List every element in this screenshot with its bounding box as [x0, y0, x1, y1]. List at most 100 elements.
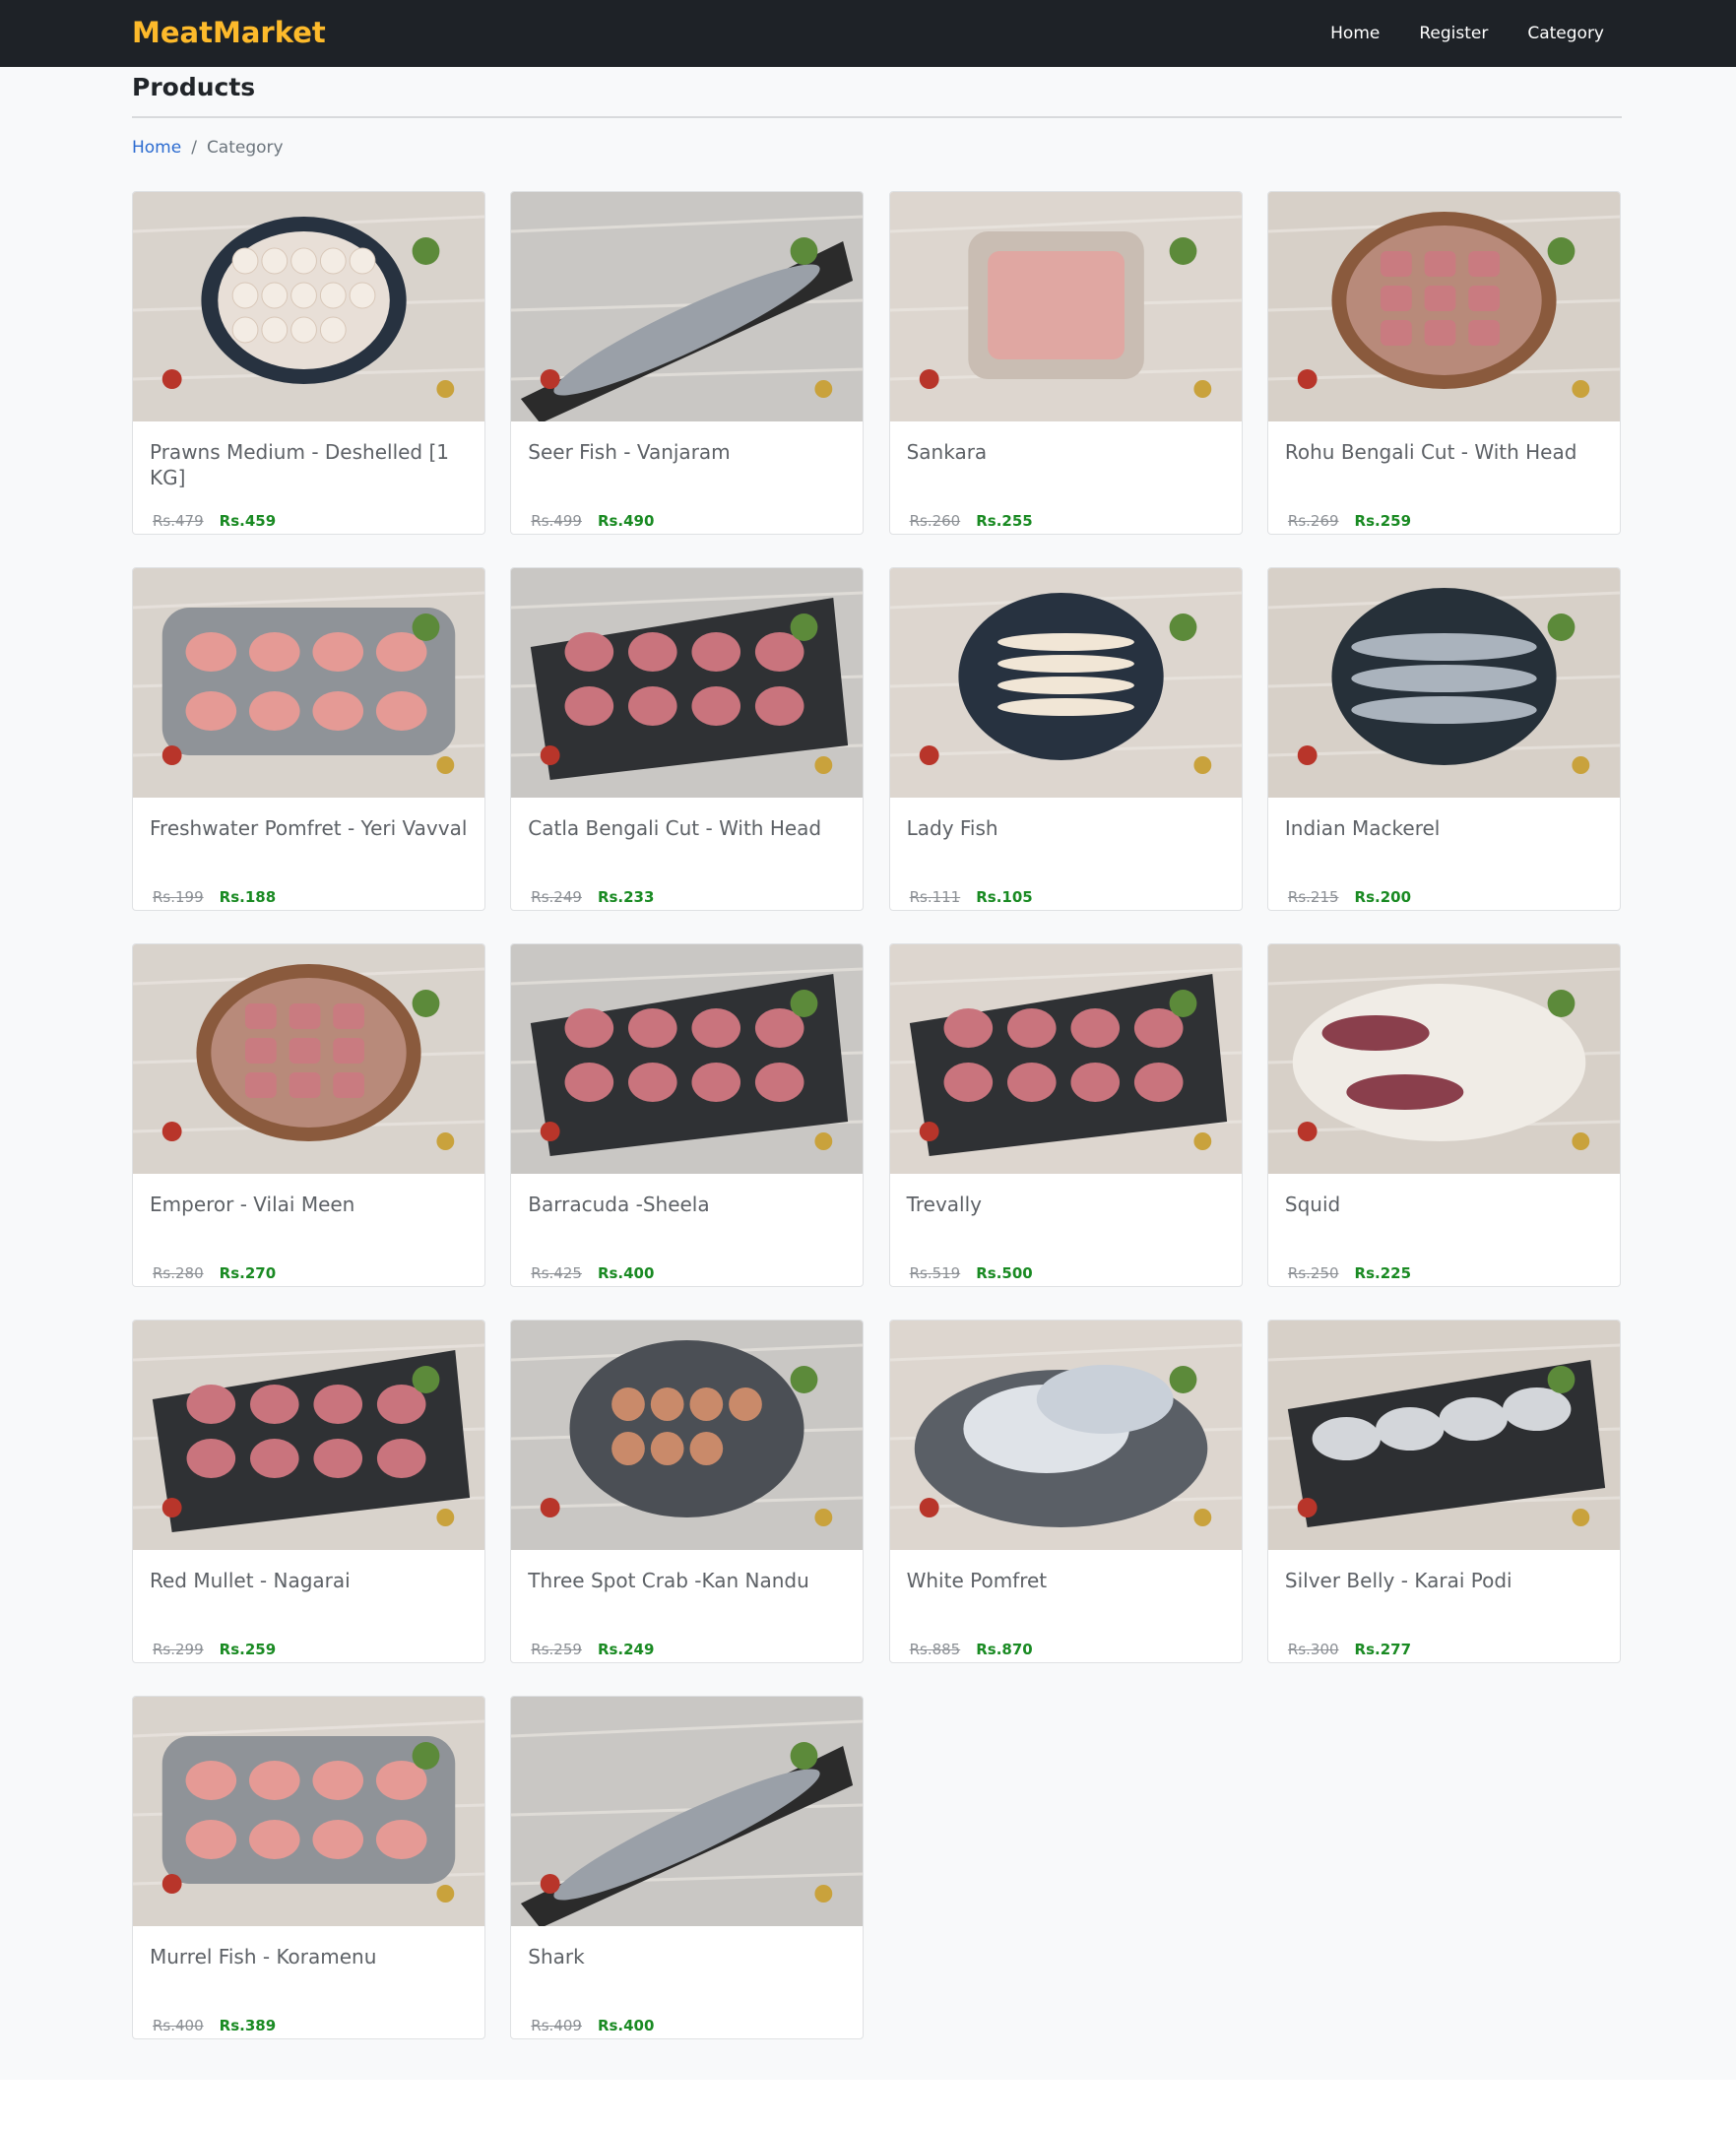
breadcrumb: Home / Category — [132, 138, 284, 158]
original-price: Rs.111 — [909, 888, 961, 906]
product-title[interactable]: Barracuda -Sheela — [528, 1192, 846, 1217]
product-card[interactable]: Trevally Rs.519 Rs.500 — [888, 943, 1243, 1287]
product-prices: Rs.280 Rs.270 — [153, 1264, 276, 1282]
fish-pieces-slate-photo[interactable] — [511, 568, 864, 798]
nav-link-register[interactable]: Register — [1419, 24, 1488, 43]
product-prices: Rs.199 Rs.188 — [153, 888, 276, 906]
product-title[interactable]: Silver Belly - Karai Podi — [1285, 1568, 1603, 1593]
original-price: Rs.400 — [153, 2017, 204, 2034]
product-title[interactable]: Indian Mackerel — [1285, 815, 1603, 841]
nav-link-category[interactable]: Category — [1527, 24, 1604, 43]
fish-steaks-slate-photo[interactable] — [511, 944, 864, 1174]
breadcrumb-home[interactable]: Home — [132, 138, 181, 158]
product-prices: Rs.269 Rs.259 — [1288, 512, 1411, 530]
fish-steaks-tray-photo[interactable] — [133, 568, 484, 798]
fish-pieces-slate-photo[interactable] — [133, 1321, 484, 1550]
sale-price: Rs.200 — [1354, 888, 1412, 906]
original-price: Rs.280 — [153, 1264, 204, 1282]
product-prices: Rs.299 Rs.259 — [153, 1641, 276, 1658]
fish-pieces-bowl-photo[interactable] — [133, 944, 484, 1174]
footer — [0, 2080, 1736, 2129]
sale-price: Rs.255 — [976, 512, 1033, 530]
squid-board-photo[interactable] — [1267, 944, 1620, 1174]
sale-price: Rs.400 — [597, 1264, 655, 1282]
original-price: Rs.885 — [909, 1641, 961, 1658]
fish-pieces-bowl-photo[interactable] — [1267, 192, 1620, 421]
product-title[interactable]: Freshwater Pomfret - Yeri Vavval — [150, 815, 468, 841]
product-card[interactable]: Barracuda -Sheela Rs.425 Rs.400 — [510, 943, 865, 1287]
product-card[interactable]: Silver Belly - Karai Podi Rs.300 Rs.277 — [1266, 1320, 1621, 1663]
product-title[interactable]: Red Mullet - Nagarai — [150, 1568, 468, 1593]
product-card[interactable]: Squid Rs.250 Rs.225 — [1266, 943, 1621, 1287]
product-title[interactable]: Sankara — [907, 439, 1225, 465]
product-grid: Prawns Medium - Deshelled [1 KG] Rs.479 Rs… — [132, 191, 1622, 2039]
sale-price: Rs.277 — [1354, 1641, 1412, 1658]
product-title[interactable]: Emperor - Vilai Meen — [150, 1192, 468, 1217]
product-card[interactable]: Catla Bengali Cut - With Head Rs.249 Rs.23… — [510, 567, 865, 911]
original-price: Rs.199 — [153, 888, 204, 906]
product-title[interactable]: Three Spot Crab -Kan Nandu — [528, 1568, 846, 1593]
sale-price: Rs.389 — [219, 2017, 277, 2034]
product-card[interactable]: Shark Rs.409 Rs.400 — [510, 1696, 865, 2039]
nav-link-home[interactable]: Home — [1330, 24, 1380, 43]
original-price: Rs.479 — [153, 512, 204, 530]
product-card[interactable]: White Pomfret Rs.885 Rs.870 — [888, 1320, 1243, 1663]
whole-fish-photo[interactable] — [511, 1697, 864, 1926]
product-title[interactable]: Rohu Bengali Cut - With Head — [1285, 439, 1603, 465]
product-card[interactable]: Freshwater Pomfret - Yeri Vavval Rs.199 Rs… — [132, 567, 485, 911]
fish-steaks-slate-photo[interactable] — [889, 944, 1242, 1174]
product-title[interactable]: Prawns Medium - Deshelled [1 KG] — [150, 439, 468, 490]
original-price: Rs.299 — [153, 1641, 204, 1658]
product-title[interactable]: Seer Fish - Vanjaram — [528, 439, 846, 465]
pomfret-board-photo[interactable] — [889, 1321, 1242, 1550]
product-card[interactable]: Red Mullet - Nagarai Rs.299 Rs.259 — [132, 1320, 485, 1663]
prawns-plate-photo[interactable] — [133, 192, 484, 421]
product-prices: Rs.300 Rs.277 — [1288, 1641, 1411, 1658]
product-card[interactable]: Emperor - Vilai Meen Rs.280 Rs.270 — [132, 943, 485, 1287]
product-prices: Rs.479 Rs.459 — [153, 512, 276, 530]
product-card[interactable]: Sankara Rs.260 Rs.255 — [888, 191, 1243, 535]
sale-price: Rs.105 — [976, 888, 1033, 906]
sale-price: Rs.249 — [597, 1641, 655, 1658]
original-price: Rs.300 — [1287, 1641, 1339, 1658]
fish-plate-photo[interactable] — [889, 568, 1242, 798]
product-title[interactable]: Shark — [528, 1944, 846, 1969]
mackerel-plate-photo[interactable] — [1267, 568, 1620, 798]
product-title[interactable]: Lady Fish — [907, 815, 1225, 841]
sale-price: Rs.500 — [976, 1264, 1033, 1282]
sale-price: Rs.233 — [597, 888, 655, 906]
product-title[interactable]: Catla Bengali Cut - With Head — [528, 815, 846, 841]
original-price: Rs.425 — [531, 1264, 582, 1282]
product-prices: Rs.519 Rs.500 — [910, 1264, 1033, 1282]
product-card[interactable]: Murrel Fish - Koramenu Rs.400 Rs.389 — [132, 1696, 485, 2039]
original-price: Rs.260 — [909, 512, 961, 530]
product-card[interactable]: Lady Fish Rs.111 Rs.105 — [888, 567, 1243, 911]
fish-steaks-tray-photo[interactable] — [133, 1697, 484, 1926]
sale-price: Rs.259 — [219, 1641, 277, 1658]
product-title[interactable]: Murrel Fish - Koramenu — [150, 1944, 468, 1969]
product-title[interactable]: White Pomfret — [907, 1568, 1225, 1593]
product-card[interactable]: Three Spot Crab -Kan Nandu Rs.259 Rs.249 — [510, 1320, 865, 1663]
crab-plate-photo[interactable] — [511, 1321, 864, 1550]
page-title: Products — [132, 73, 256, 101]
product-title[interactable]: Trevally — [907, 1192, 1225, 1217]
product-prices: Rs.260 Rs.255 — [910, 512, 1033, 530]
sale-price: Rs.459 — [219, 512, 277, 530]
product-card[interactable]: Seer Fish - Vanjaram Rs.499 Rs.490 — [510, 191, 865, 535]
product-prices: Rs.215 Rs.200 — [1288, 888, 1411, 906]
original-price: Rs.519 — [909, 1264, 961, 1282]
product-title[interactable]: Squid — [1285, 1192, 1603, 1217]
small-fish-slate-photo[interactable] — [1267, 1321, 1620, 1550]
product-prices: Rs.885 Rs.870 — [910, 1641, 1033, 1658]
sale-price: Rs.188 — [219, 888, 277, 906]
whole-fish-photo[interactable] — [511, 192, 864, 421]
product-prices: Rs.400 Rs.389 — [153, 2017, 276, 2034]
product-card[interactable]: Prawns Medium - Deshelled [1 KG] Rs.479 Rs… — [132, 191, 485, 535]
title-divider — [132, 116, 1622, 118]
fish-in-dish-photo[interactable] — [889, 192, 1242, 421]
sale-price: Rs.259 — [1354, 512, 1412, 530]
brand-logo[interactable]: MeatMarket — [132, 16, 326, 49]
product-card[interactable]: Rohu Bengali Cut - With Head Rs.269 Rs.259 — [1266, 191, 1621, 535]
product-card[interactable]: Indian Mackerel Rs.215 Rs.200 — [1266, 567, 1621, 911]
sale-price: Rs.490 — [597, 512, 655, 530]
